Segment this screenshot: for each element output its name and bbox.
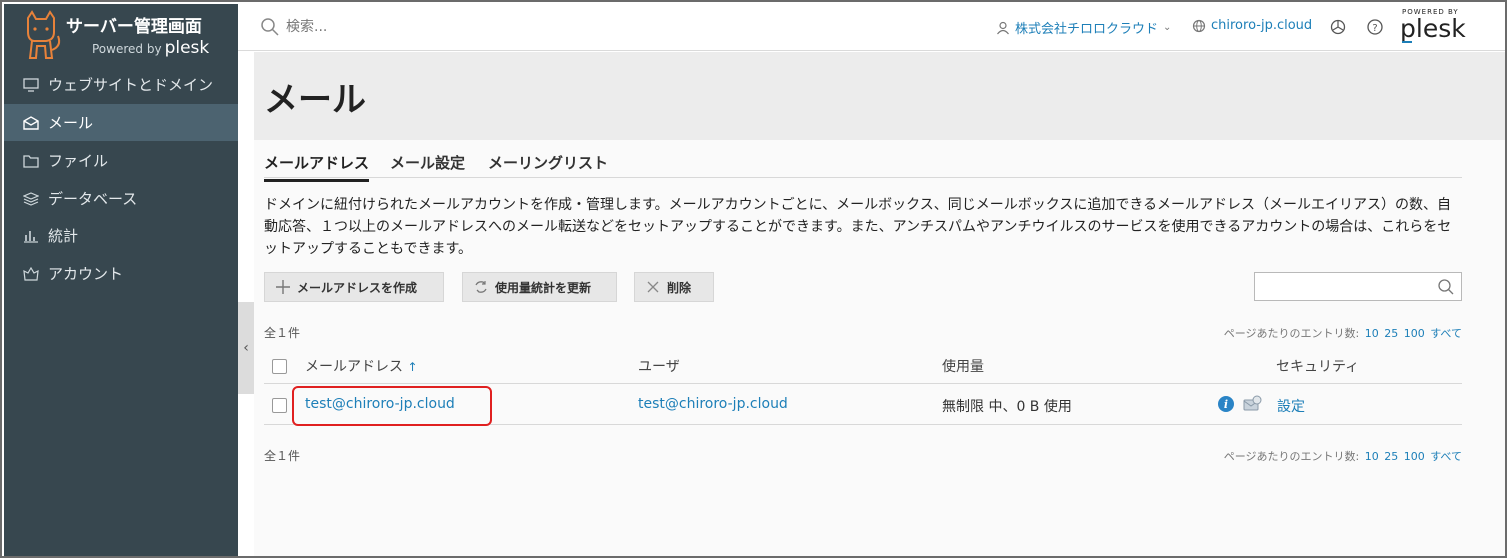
folder-icon <box>20 154 42 168</box>
envelope-icon <box>20 115 42 130</box>
main-content: メールアドレス メール設定 メーリングリスト ドメインに紐付けられたメールアカウ… <box>254 140 1505 556</box>
total-count-bottom: 全１件 <box>264 449 301 463</box>
sidebar-collapse-button[interactable]: ‹ <box>238 302 254 394</box>
email-address-link[interactable]: test@chiroro-jp.cloud <box>305 396 455 412</box>
search-icon[interactable] <box>1437 278 1455 296</box>
sidebar-item-account[interactable]: アカウント <box>4 255 238 292</box>
global-search-input[interactable] <box>286 15 526 39</box>
user-link[interactable]: test@chiroro-jp.cloud <box>638 396 788 412</box>
total-count: 全１件 <box>264 326 301 340</box>
per-page-25[interactable]: 25 <box>1384 327 1398 340</box>
account-icon <box>20 266 42 281</box>
sidebar-item-mail[interactable]: メール <box>4 104 238 141</box>
per-page-10[interactable]: 10 <box>1365 450 1379 463</box>
table-row: test@chiroro-jp.cloud test@chiroro-jp.cl… <box>264 385 1462 425</box>
powered-by: Powered by plesk <box>92 38 209 58</box>
list-search-input[interactable] <box>1255 273 1431 300</box>
plesk-logo-accent <box>1402 41 1412 43</box>
chevron-down-icon: ⌄ <box>1163 22 1172 33</box>
page-title: メール <box>264 80 366 120</box>
domain-link[interactable]: chiroro-jp.cloud <box>1192 18 1312 33</box>
column-header-address[interactable]: メールアドレス ↑ <box>305 356 418 376</box>
per-page-all[interactable]: すべて <box>1430 450 1462 463</box>
svg-text:?: ? <box>1372 23 1377 34</box>
user-icon <box>997 21 1009 34</box>
create-email-label: メールアドレスを作成 <box>297 280 418 295</box>
search-icon <box>261 18 279 36</box>
sidebar-item-label: データベース <box>48 190 138 208</box>
per-page-label: ページあたりのエントリ数: <box>1223 450 1360 463</box>
tab-email-addresses[interactable]: メールアドレス <box>264 152 370 182</box>
user-menu[interactable]: 株式会社チロロクラウド ⌄ <box>996 18 1171 37</box>
update-usage-stats-label: 使用量統計を更新 <box>495 280 592 295</box>
sidebar-item-label: メール <box>48 114 94 132</box>
sidebar-item-label: アカウント <box>48 265 124 283</box>
usage-value: 無制限 中、0 B 使用 <box>942 399 1072 415</box>
page-description: ドメインに紐付けられたメールアカウントを作成・管理します。メールアカウントごとに… <box>264 197 1452 257</box>
per-page-10[interactable]: 10 <box>1365 327 1379 340</box>
update-usage-stats-button[interactable]: 使用量統計を更新 <box>462 272 617 302</box>
per-page-selector-bottom: ページあたりのエントリ数: 10 25 100 すべて <box>1224 448 1462 464</box>
extensions-icon[interactable] <box>1329 18 1347 36</box>
close-icon <box>645 279 661 295</box>
sidebar-item-statistics[interactable]: 統計 <box>4 217 238 254</box>
sidebar-item-databases[interactable]: データベース <box>4 180 238 217</box>
bar-chart-icon <box>20 229 42 243</box>
cat-logo-icon <box>27 10 61 59</box>
tab-bar: メールアドレス メール設定 メーリングリスト <box>264 148 1462 182</box>
per-page-all[interactable]: すべて <box>1430 327 1462 340</box>
powered-by-brand: plesk <box>164 38 210 58</box>
per-page-25[interactable]: 25 <box>1384 450 1398 463</box>
list-search <box>1254 272 1462 301</box>
sidebar-item-label: ファイル <box>48 152 109 170</box>
globe-icon <box>1192 19 1206 32</box>
sidebar: サーバー管理画面 Powered by plesk ウェブサイトとドメイン メール… <box>4 4 238 556</box>
monitor-icon <box>20 77 42 92</box>
plus-icon <box>275 279 291 295</box>
sidebar-item-websites[interactable]: ウェブサイトとドメイン <box>4 66 238 103</box>
domain-name: chiroro-jp.cloud <box>1211 18 1313 33</box>
per-page-selector: ページあたりのエントリ数: 10 25 100 すべて <box>1224 325 1462 341</box>
per-page-label: ページあたりのエントリ数: <box>1223 327 1360 340</box>
sidebar-item-label: 統計 <box>48 227 79 245</box>
plesk-logo-big: plesk <box>1400 14 1466 43</box>
plesk-logo: POWERED BY plesk <box>1398 8 1466 46</box>
delete-button[interactable]: 削除 <box>634 272 714 302</box>
page-header: メール <box>254 52 1505 140</box>
table-header: メールアドレス ↑ ユーザ 使用量 セキュリティ <box>264 348 1462 384</box>
help-icon[interactable]: ? <box>1366 18 1384 36</box>
powered-by-text: Powered by <box>92 42 162 56</box>
per-page-100[interactable]: 100 <box>1404 327 1425 340</box>
per-page-100[interactable]: 100 <box>1404 450 1425 463</box>
tab-mailing-lists[interactable]: メーリングリスト <box>488 152 608 179</box>
row-checkbox[interactable] <box>272 398 287 413</box>
user-name: 株式会社チロロクラウド <box>1015 22 1159 37</box>
refresh-icon <box>473 279 489 295</box>
sidebar-item-label: ウェブサイトとドメイン <box>48 76 214 94</box>
create-email-button[interactable]: メールアドレスを作成 <box>264 272 444 302</box>
top-bar: 株式会社チロロクラウド ⌄ chiroro-jp.cloud ? POWERED… <box>238 4 1505 51</box>
column-header-usage[interactable]: 使用量 <box>942 356 984 376</box>
info-icon[interactable]: i <box>1218 396 1234 412</box>
column-header-user[interactable]: ユーザ <box>638 356 680 376</box>
chevron-left-icon: ‹ <box>243 340 249 356</box>
window-frame: サーバー管理画面 Powered by plesk ウェブサイトとドメイン メール… <box>0 0 1507 558</box>
database-icon <box>20 191 42 206</box>
brand: サーバー管理画面 Powered by plesk <box>4 4 238 66</box>
app-title: サーバー管理画面 <box>66 17 202 37</box>
antispam-icon <box>1243 395 1262 411</box>
security-settings-link[interactable]: 設定 <box>1277 396 1305 416</box>
tab-mail-settings[interactable]: メール設定 <box>390 152 465 179</box>
sidebar-item-files[interactable]: ファイル <box>4 142 238 179</box>
column-header-address-label: メールアドレス <box>305 359 403 375</box>
sort-arrow-icon: ↑ <box>407 360 418 374</box>
column-header-security: セキュリティ <box>1276 359 1360 375</box>
delete-label: 削除 <box>667 280 692 295</box>
select-all-checkbox[interactable] <box>272 359 287 374</box>
